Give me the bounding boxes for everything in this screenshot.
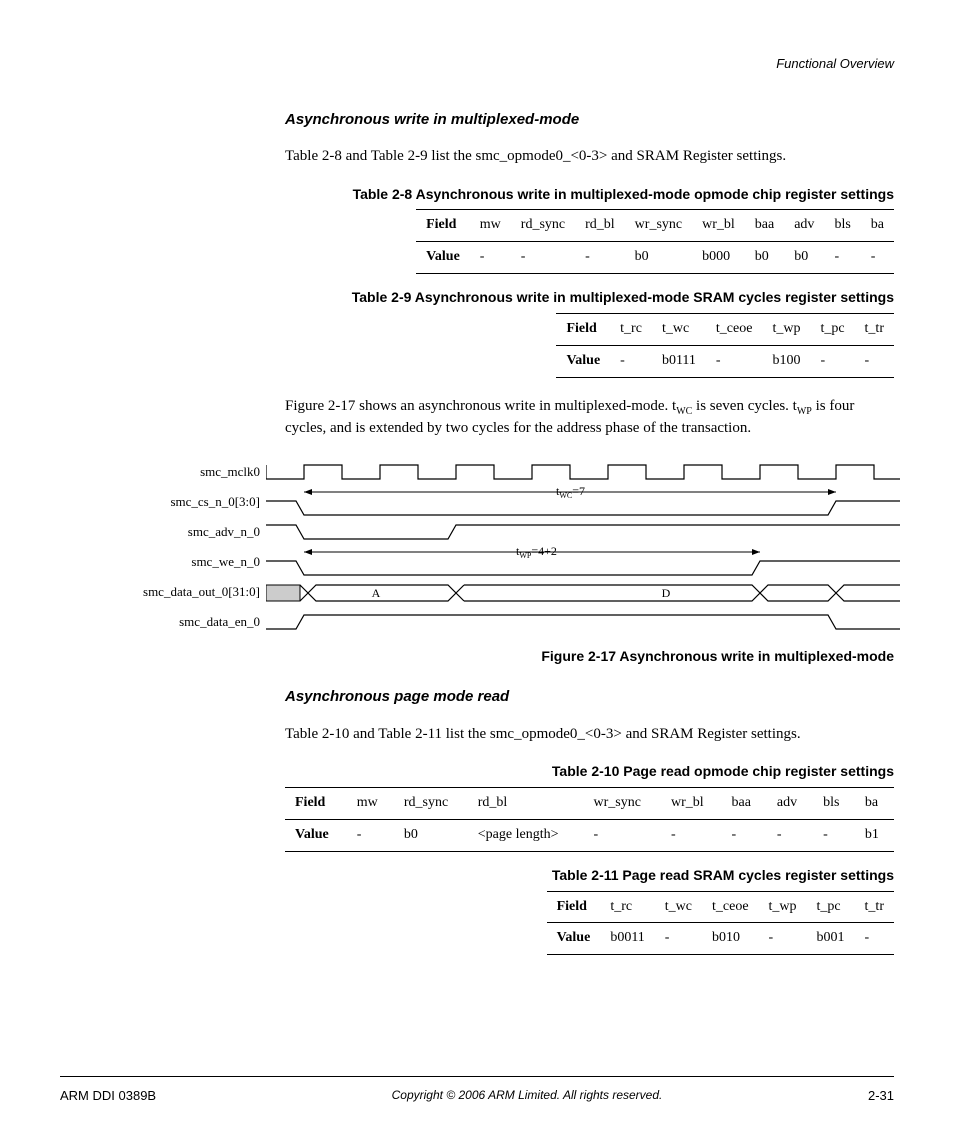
table-row: Field t_rc t_wc t_ceoe t_wp t_pc t_tr [556,314,894,346]
signal-label: smc_data_en_0 [60,613,266,631]
footer-right: 2-31 [834,1087,894,1105]
table-row: Field mw rd_sync rd_bl wr_sync wr_bl baa… [285,787,894,819]
table-row: Value - b0111 - b100 - - [556,345,894,377]
table-2-8: Field mw rd_sync rd_bl wr_sync wr_bl baa… [416,209,894,274]
table-2-9-caption: Table 2-9 Asynchronous write in multiple… [285,288,894,307]
twc-label: tWC=7 [556,487,585,500]
figure-intro-paragraph: Figure 2-17 shows an asynchronous write … [285,396,894,439]
bus-value-a: A [372,586,381,600]
waveform-cs: tWC=7 [266,487,900,517]
table-row: Field t_rc t_wc t_ceoe t_wp t_pc t_tr [547,891,894,923]
signal-label: smc_mclk0 [60,463,266,481]
table-row: Value - - - b0 b000 b0 b0 - - [416,242,894,274]
footer-center: Copyright © 2006 ARM Limited. All rights… [220,1087,834,1105]
table-row: Value - b0 <page length> - - - - - b1 [285,819,894,851]
section-intro-1: Table 2-8 and Table 2-9 list the smc_opm… [285,146,894,166]
table-2-9: Field t_rc t_wc t_ceoe t_wp t_pc t_tr Va… [556,313,894,378]
waveform-adv [266,517,900,547]
waveform-data-en [266,607,900,637]
table-2-11-caption: Table 2-11 Page read SRAM cycles registe… [285,866,894,885]
waveform-we: tWP=4+2 [266,547,900,577]
twp-label: tWP=4+2 [516,547,557,560]
running-head: Functional Overview [776,55,894,73]
section-heading-1: Asynchronous write in multiplexed-mode [285,110,894,130]
section-intro-2: Table 2-10 and Table 2-11 list the smc_o… [285,724,894,744]
table-2-8-caption: Table 2-8 Asynchronous write in multiple… [285,185,894,204]
waveform-mclk [266,457,900,487]
page-footer: ARM DDI 0389B Copyright © 2006 ARM Limit… [60,1076,894,1105]
table-2-11: Field t_rc t_wc t_ceoe t_wp t_pc t_tr Va… [547,891,894,956]
footer-left: ARM DDI 0389B [60,1087,220,1105]
signal-label: smc_adv_n_0 [60,523,266,541]
table-2-10: Field mw rd_sync rd_bl wr_sync wr_bl baa… [285,787,894,852]
bus-value-d: D [662,586,671,600]
section-heading-2: Asynchronous page mode read [285,687,894,707]
signal-label: smc_cs_n_0[3:0] [60,493,266,511]
table-row: Value b0011 - b010 - b001 - [547,923,894,955]
signal-label: smc_data_out_0[31:0] [60,583,266,601]
signal-label: smc_we_n_0 [60,553,266,571]
table-row: Field mw rd_sync rd_bl wr_sync wr_bl baa… [416,210,894,242]
figure-2-17-caption: Figure 2-17 Asynchronous write in multip… [285,647,894,666]
waveform-data-out: A D [266,577,900,607]
table-2-10-caption: Table 2-10 Page read opmode chip registe… [285,762,894,781]
figure-2-17: smc_mclk0 smc_cs_n_0[3:0] tWC=7 [60,457,894,637]
